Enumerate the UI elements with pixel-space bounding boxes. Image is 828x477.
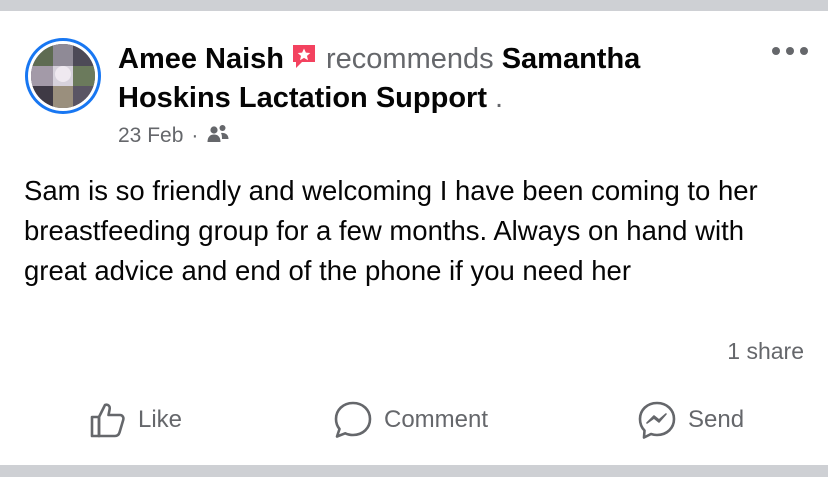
recommends-text: recommends bbox=[326, 43, 494, 75]
thumbs-up-icon bbox=[90, 403, 125, 438]
bottom-divider bbox=[0, 465, 828, 477]
page-name-continued[interactable]: Hoskins Lactation Support bbox=[118, 82, 487, 114]
page-name[interactable]: Samantha bbox=[502, 43, 641, 75]
top-divider bbox=[0, 0, 828, 11]
comment-icon bbox=[334, 401, 372, 438]
avatar-photo bbox=[31, 44, 95, 108]
messenger-icon bbox=[638, 401, 676, 439]
share-count[interactable]: 1 share bbox=[727, 338, 804, 365]
friends-icon[interactable] bbox=[206, 123, 230, 153]
author-name[interactable]: Amee Naish bbox=[118, 43, 284, 75]
meta-separator: · bbox=[191, 124, 199, 147]
avatar[interactable] bbox=[25, 38, 101, 114]
send-label: Send bbox=[688, 406, 745, 433]
post-meta: 23 Feb · bbox=[118, 122, 230, 150]
comment-label: Comment bbox=[384, 406, 489, 433]
comment-button[interactable]: Comment bbox=[332, 398, 488, 442]
send-button[interactable]: Send bbox=[636, 398, 744, 442]
post-body-text: Sam is so friendly and welcoming I have … bbox=[24, 175, 758, 286]
post-date[interactable]: 23 Feb bbox=[118, 124, 183, 147]
trailing-period: . bbox=[495, 82, 504, 114]
like-button[interactable]: Like bbox=[88, 398, 182, 442]
more-options-icon[interactable] bbox=[768, 40, 812, 62]
like-label: Like bbox=[138, 406, 183, 433]
post-header-line2: Hoskins Lactation Support . bbox=[118, 81, 503, 115]
recommend-icon bbox=[290, 42, 318, 70]
post-header: Amee Naish recommends Samantha bbox=[118, 42, 640, 76]
